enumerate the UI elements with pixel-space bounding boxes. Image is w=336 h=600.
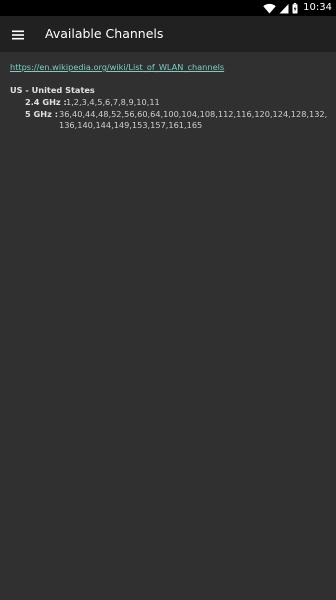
content: https://en.wikipedia.org/wiki/List_of_WL… bbox=[10, 61, 328, 131]
menu-button[interactable] bbox=[8, 22, 28, 46]
status-time: 10:34 bbox=[303, 2, 332, 13]
wifi-icon bbox=[263, 0, 276, 18]
battery-icon bbox=[292, 0, 298, 18]
region-us: US - United States 2.4 GHz : 1,2,3,4,5,6… bbox=[10, 85, 328, 131]
signal-icon bbox=[279, 0, 289, 18]
app-bar: Available Channels bbox=[0, 16, 336, 52]
page-title: Available Channels bbox=[45, 26, 164, 41]
band-channels: 36,40,44,48,52,56,60,64,100,104,108,112,… bbox=[59, 109, 328, 130]
status-icons: 10:34 bbox=[263, 0, 332, 16]
band-label: 2.4 GHz : bbox=[25, 97, 67, 107]
band-row-2-4ghz: 2.4 GHz : 1,2,3,4,5,6,7,8,9,10,11 bbox=[10, 97, 328, 108]
screen: 10:34 Available Channels https://en.wiki… bbox=[0, 0, 336, 600]
region-title: US - United States bbox=[10, 85, 95, 95]
band-row-5ghz: 5 GHz : 36,40,44,48,52,56,60,64,100,104,… bbox=[10, 109, 328, 131]
menu-icon bbox=[12, 25, 24, 44]
band-channels: 1,2,3,4,5,6,7,8,9,10,11 bbox=[66, 97, 160, 107]
band-label: 5 GHz : bbox=[25, 109, 59, 119]
status-bar: 10:34 bbox=[0, 0, 336, 16]
wikipedia-link[interactable]: https://en.wikipedia.org/wiki/List_of_WL… bbox=[10, 61, 328, 73]
